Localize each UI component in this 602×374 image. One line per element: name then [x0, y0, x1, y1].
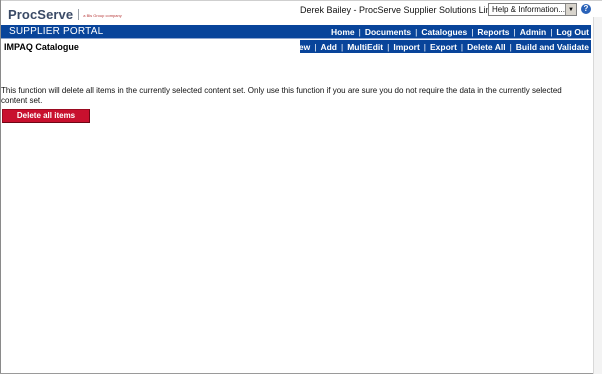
action-import[interactable]: Import [393, 42, 419, 52]
help-select-value: Help & Information... [492, 5, 565, 14]
user-info: Derek Bailey - ProcServe Supplier Soluti… [300, 5, 508, 15]
nav-separator: | [550, 26, 553, 37]
vertical-scrollbar[interactable] [593, 17, 602, 374]
logo-text: ProcServe [8, 6, 74, 22]
nav-documents[interactable]: Documents [365, 27, 411, 37]
nav-separator: | [513, 26, 516, 37]
nav-separator: | [314, 41, 317, 52]
nav-catalogues[interactable]: Catalogues [421, 27, 467, 37]
window-left-border [0, 0, 1, 374]
delete-all-items-button[interactable]: Delete all items [2, 109, 90, 123]
logo-subtext: a Bls Group company [83, 13, 122, 18]
nav-separator: | [415, 26, 418, 37]
nav-separator: | [387, 41, 390, 52]
window-top-border [0, 0, 602, 1]
nav-separator: | [471, 26, 474, 37]
nav-separator: | [423, 41, 426, 52]
action-multiedit[interactable]: MultiEdit [347, 42, 383, 52]
action-export[interactable]: Export [430, 42, 457, 52]
help-icon[interactable]: ? [581, 4, 591, 14]
catalogue-action-nav: View | Add | MultiEdit | Import | Export | Delete … [291, 40, 591, 53]
nav-reports[interactable]: Reports [477, 27, 509, 37]
portal-title: SUPPLIER PORTAL [9, 26, 104, 37]
main-nav: Home | Documents | Catalogues | Reports | Admin |… [331, 25, 589, 38]
logo-divider [78, 8, 80, 20]
action-delete-all[interactable]: Delete All [467, 42, 505, 52]
nav-home[interactable]: Home [331, 27, 355, 37]
nav-log-out[interactable]: Log Out [556, 27, 589, 37]
action-view[interactable]: View [291, 42, 310, 52]
action-add[interactable]: Add [320, 42, 337, 52]
delete-warning-text: This function will delete all items in t… [1, 86, 562, 105]
nav-separator: | [460, 41, 464, 52]
nav-separator: | [341, 41, 344, 52]
nav-separator: | [358, 26, 361, 37]
chevron-down-icon[interactable]: ▼ [565, 4, 576, 15]
action-build-and-validate[interactable]: Build and Validate [516, 42, 589, 52]
procserve-logo: ProcServe a Bls Group company [8, 6, 122, 22]
portal-nav-bar: SUPPLIER PORTAL Home | Documents | Catalogue… [1, 25, 591, 39]
nav-admin[interactable]: Admin [520, 27, 546, 37]
help-information-select[interactable]: Help & Information... ▼ [488, 3, 577, 16]
nav-separator: | [509, 41, 512, 52]
page-title: IMPAQ Catalogue [4, 42, 79, 52]
